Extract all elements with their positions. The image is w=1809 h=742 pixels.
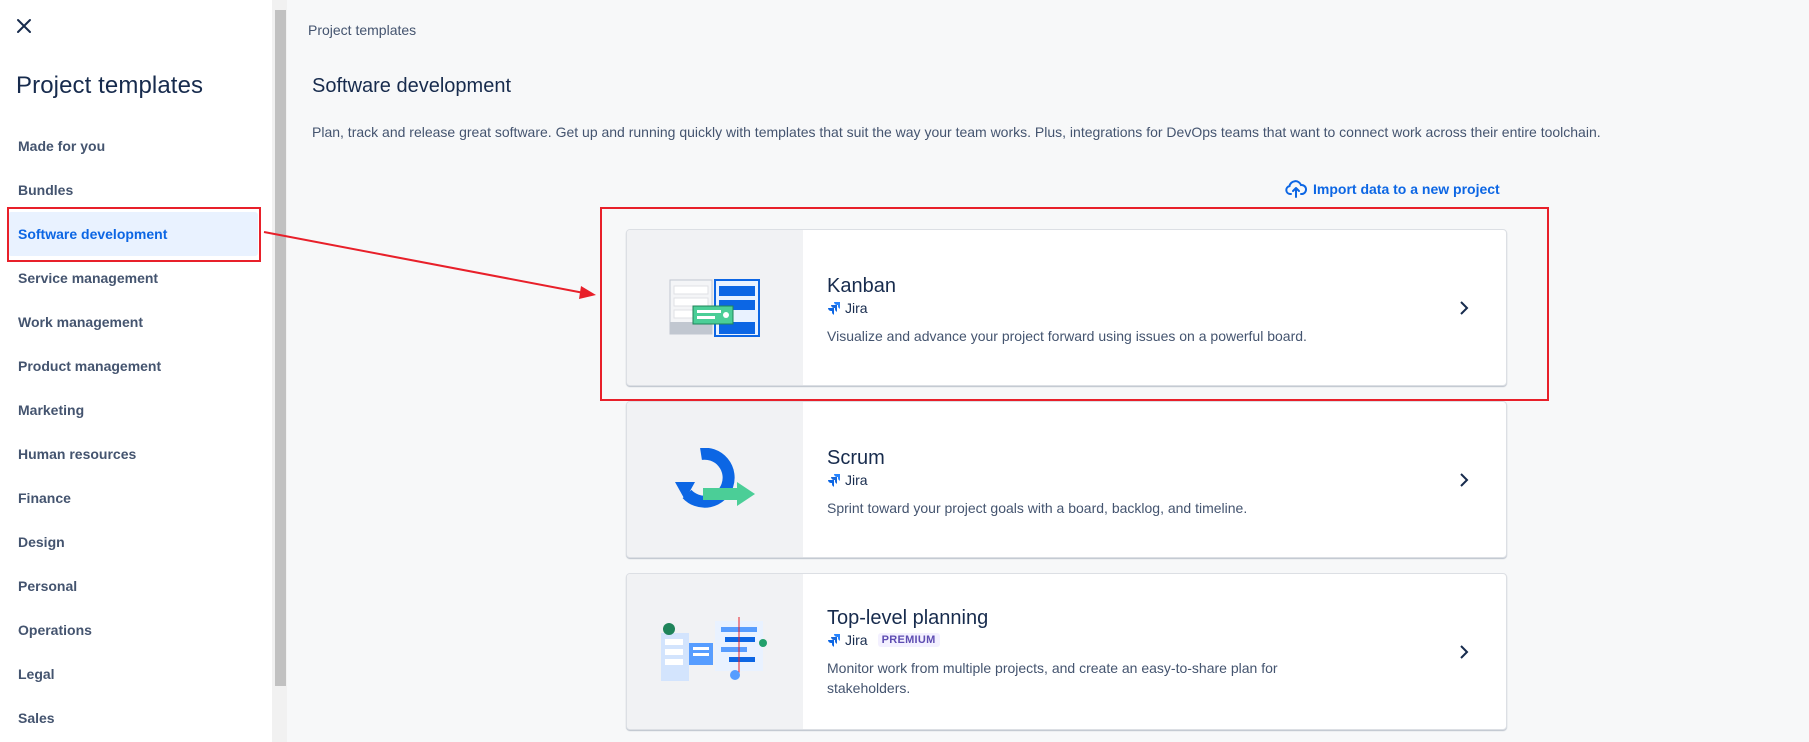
sidebar-item-marketing[interactable]: Marketing [8,388,258,432]
card-product: Jira PREMIUM [827,632,1427,648]
sidebar-item-human-resources[interactable]: Human resources [8,432,258,476]
card-description: Visualize and advance your project forwa… [827,328,1307,344]
breadcrumb[interactable]: Project templates [308,22,416,38]
sidebar-item-made-for-you[interactable]: Made for you [8,124,258,168]
sidebar-item-sales[interactable]: Sales [8,696,258,740]
page-title: Software development [312,75,512,97]
sidebar: Project templates Made for you Bundles S… [0,0,272,742]
scrollbar-thumb[interactable] [275,10,286,686]
jira-logo-icon [828,634,840,647]
kanban-board-icon [669,278,760,337]
jira-logo-icon [828,474,840,487]
sidebar-item-service-management[interactable]: Service management [8,256,258,300]
top-level-planning-thumbnail [627,574,803,729]
sidebar-item-product-management[interactable]: Product management [8,344,258,388]
template-card-scrum[interactable]: Scrum Jira Sprint toward your project go… [626,401,1507,558]
template-card-top-level-planning[interactable]: Top-level planning Jira PREMIUM Monitor … [626,573,1507,730]
close-button[interactable] [12,14,36,38]
card-product: Jira [827,472,1427,488]
planning-chart-icon [661,616,767,681]
card-title: Kanban [827,275,896,297]
sidebar-item-legal[interactable]: Legal [8,652,258,696]
chevron-right-icon [1454,642,1474,662]
product-name: Jira [845,472,868,488]
card-product: Jira [827,300,1427,316]
sidebar-item-software-development[interactable]: Software development [8,212,258,256]
template-category-list: Made for you Bundles Software developmen… [8,124,258,740]
import-data-link[interactable]: Import data to a new project [1285,180,1500,198]
premium-badge: PREMIUM [877,633,940,647]
sidebar-item-bundles[interactable]: Bundles [8,168,258,212]
close-icon [17,19,31,33]
sidebar-item-finance[interactable]: Finance [8,476,258,520]
template-card-kanban[interactable]: Kanban Jira Visualize and advance your p… [626,229,1507,386]
jira-logo-icon [828,302,840,315]
import-data-label: Import data to a new project [1313,181,1500,197]
sidebar-item-personal[interactable]: Personal [8,564,258,608]
card-title: Scrum [827,447,885,469]
main-content: Project templates Software development P… [287,0,1809,742]
page-description: Plan, track and release great software. … [312,124,1601,140]
cloud-upload-icon [1285,180,1307,198]
scrum-thumbnail [627,402,803,557]
card-description: Monitor work from multiple projects, and… [827,660,1278,696]
kanban-thumbnail [627,230,803,385]
sidebar-item-operations[interactable]: Operations [8,608,258,652]
sidebar-item-design[interactable]: Design [8,520,258,564]
card-description: Sprint toward your project goals with a … [827,500,1248,516]
card-title: Top-level planning [827,607,989,629]
chevron-right-icon [1454,470,1474,490]
product-name: Jira [845,300,868,316]
sidebar-item-work-management[interactable]: Work management [8,300,258,344]
sidebar-scrollbar[interactable] [272,0,287,742]
product-name: Jira [845,632,868,648]
sidebar-title: Project templates [16,72,204,99]
scrum-cycle-icon [675,447,755,508]
chevron-right-icon [1454,298,1474,318]
